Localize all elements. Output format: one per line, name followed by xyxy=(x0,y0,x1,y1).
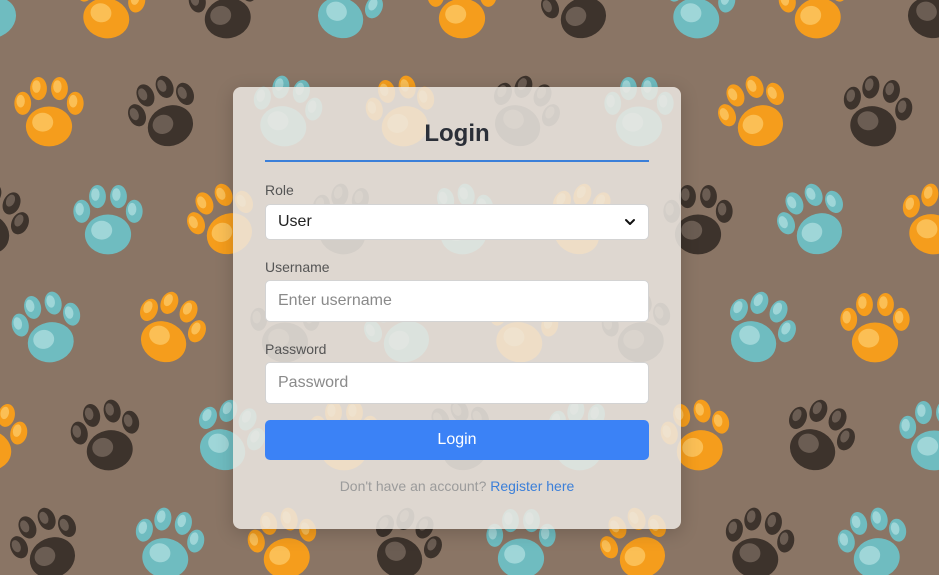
register-prompt: Don't have an account? Register here xyxy=(265,478,649,494)
paw-print-icon xyxy=(70,399,140,471)
paw-print-icon xyxy=(73,185,143,255)
password-placeholder: Password xyxy=(278,374,349,391)
paw-print-icon xyxy=(907,0,939,39)
username-input[interactable]: Enter username xyxy=(265,280,649,322)
paw-print-icon xyxy=(837,507,907,575)
paw-print-icon xyxy=(789,399,855,471)
paw-print-icon xyxy=(0,0,17,39)
register-link[interactable]: Register here xyxy=(490,478,574,494)
title-divider xyxy=(265,160,649,162)
username-label: Username xyxy=(265,259,330,275)
paw-print-icon xyxy=(725,507,795,575)
paw-print-icon xyxy=(777,183,843,255)
paw-print-icon xyxy=(428,0,496,39)
login-card: Login Role User Username Enter username … xyxy=(233,87,681,529)
paw-print-icon xyxy=(0,403,28,471)
role-label: Role xyxy=(265,182,294,198)
paw-print-icon xyxy=(128,75,194,147)
paw-print-icon xyxy=(541,0,607,39)
paw-print-icon xyxy=(0,183,29,255)
paw-print-icon xyxy=(140,291,206,363)
paw-print-icon xyxy=(317,0,383,39)
role-select[interactable]: User xyxy=(265,204,649,240)
password-input[interactable]: Password xyxy=(265,362,649,404)
login-button[interactable]: Login xyxy=(265,420,649,460)
role-select-value: User xyxy=(278,213,312,230)
paw-print-icon xyxy=(188,0,258,39)
login-title: Login xyxy=(424,120,490,147)
username-placeholder: Enter username xyxy=(278,292,392,309)
paw-print-icon xyxy=(778,0,848,39)
password-label: Password xyxy=(265,341,327,357)
paw-print-icon xyxy=(730,291,796,363)
register-prompt-text: Don't have an account? xyxy=(339,478,487,494)
paw-print-icon xyxy=(666,0,736,39)
paw-print-icon xyxy=(843,75,913,147)
paw-print-icon xyxy=(10,507,76,575)
chevron-down-icon xyxy=(625,219,635,225)
paw-print-icon xyxy=(11,291,81,363)
paw-print-icon xyxy=(899,401,939,471)
paw-print-icon xyxy=(718,75,784,147)
paw-print-icon xyxy=(902,183,939,255)
paw-print-icon xyxy=(14,77,84,147)
paw-print-icon xyxy=(76,0,146,39)
paw-print-icon xyxy=(840,293,910,363)
paw-print-icon xyxy=(135,507,205,575)
